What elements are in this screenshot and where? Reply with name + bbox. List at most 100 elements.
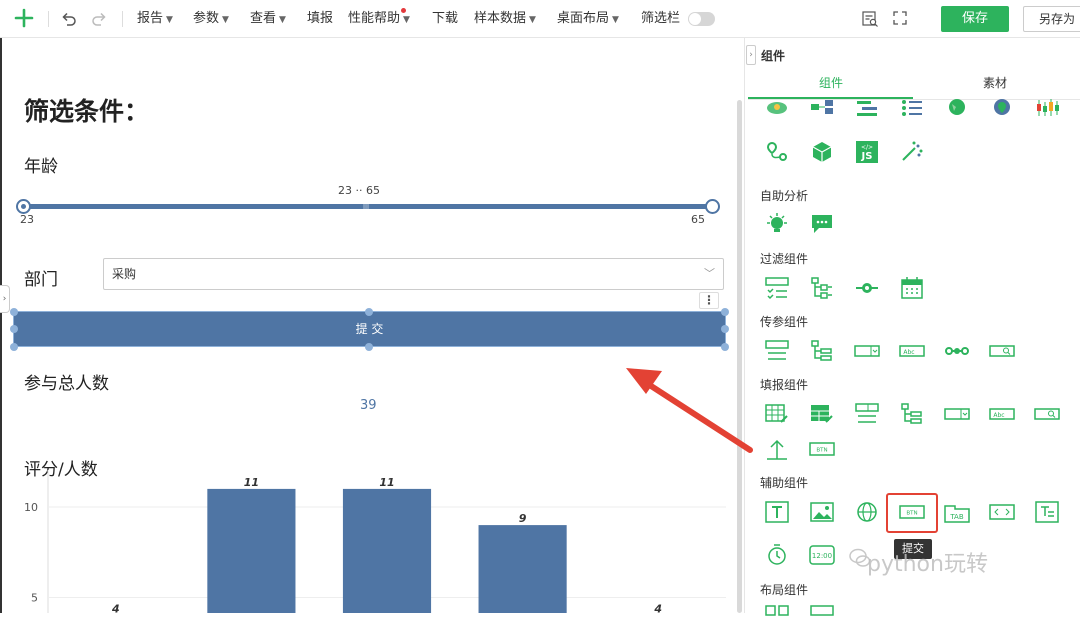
checklist-filter-icon[interactable]: [764, 276, 790, 300]
tab-assets[interactable]: 素材: [983, 74, 1007, 91]
view-menu[interactable]: 查看 ▼: [250, 0, 286, 38]
svg-text:</>: </>: [861, 144, 873, 151]
layout-tab-icon[interactable]: [809, 604, 835, 628]
resize-handle[interactable]: [365, 343, 373, 351]
fill-table-icon[interactable]: [764, 402, 790, 426]
collapse-panel-icon[interactable]: ›: [746, 45, 756, 65]
resize-handle[interactable]: [10, 343, 18, 351]
param-tree-icon[interactable]: [809, 339, 835, 363]
chat-icon[interactable]: [809, 212, 835, 236]
javascript-icon[interactable]: JS </>: [854, 140, 880, 164]
svg-text:12:00: 12:00: [812, 552, 832, 560]
svg-text:Abc: Abc: [903, 349, 914, 356]
route-map-icon[interactable]: [764, 140, 790, 164]
geo-chart-icon[interactable]: [989, 98, 1015, 122]
search-param-icon[interactable]: [989, 339, 1015, 363]
dropdown-param-icon[interactable]: [854, 339, 880, 363]
gantt-chart-icon[interactable]: [854, 98, 880, 122]
magic-wand-icon[interactable]: [899, 140, 925, 164]
range-param-icon[interactable]: [944, 339, 970, 363]
timer-icon[interactable]: [764, 543, 790, 567]
svg-text:JS: JS: [861, 151, 873, 162]
fill-search-icon[interactable]: [1034, 402, 1060, 426]
layout-grid-icon[interactable]: [764, 604, 790, 628]
sample-data-menu[interactable]: 样本数据 ▼: [474, 0, 536, 38]
insight-bulb-icon[interactable]: [764, 212, 790, 236]
slider-min-handle[interactable]: [16, 199, 31, 214]
perf-help-menu[interactable]: 性能帮助 ▼: [348, 0, 410, 38]
save-as-button[interactable]: 另存为: [1023, 6, 1080, 32]
count-value: 39: [360, 398, 377, 413]
report-menu[interactable]: 报告 ▼: [137, 0, 173, 38]
globe-chart-icon[interactable]: [944, 98, 970, 122]
section-self-analysis: 自助分析: [760, 189, 809, 203]
tree-chart-icon[interactable]: [809, 98, 835, 122]
redo-icon[interactable]: [90, 10, 108, 28]
chevron-down-icon: ▼: [529, 15, 536, 25]
fill-text-icon[interactable]: Abc: [989, 402, 1015, 426]
fill-menu[interactable]: 填报: [307, 0, 333, 38]
dept-select[interactable]: 采购 ﹀: [103, 258, 724, 290]
candlestick-chart-icon[interactable]: [1034, 98, 1060, 122]
filter-heading: 筛选条件：: [24, 97, 150, 126]
fill-list-icon[interactable]: [854, 402, 880, 426]
divider: [48, 11, 49, 27]
section-layout: 布局组件: [760, 583, 809, 597]
section-aux: 辅助组件: [760, 476, 809, 490]
range-slider-icon[interactable]: [854, 276, 880, 300]
fill-form-icon[interactable]: [809, 402, 835, 426]
resize-handle[interactable]: [10, 325, 18, 333]
list-chart-icon[interactable]: [899, 98, 925, 122]
tab-components[interactable]: 组件: [819, 74, 843, 91]
age-range-readout: 23 ·· 65: [338, 184, 380, 197]
slider-grip-icon[interactable]: |||: [363, 204, 369, 210]
add-icon[interactable]: [12, 6, 36, 30]
download-menu[interactable]: 下载: [432, 0, 458, 38]
panel-title: 组件: [761, 49, 786, 63]
section-param: 传参组件: [760, 315, 809, 329]
calendar-icon[interactable]: [899, 276, 925, 300]
save-button[interactable]: 保存: [941, 6, 1009, 32]
section-fill: 填报组件: [760, 378, 809, 392]
map-chart-icon[interactable]: [764, 98, 790, 122]
filter-bar-toggle[interactable]: [688, 12, 715, 26]
bar-data-label: 9: [519, 512, 527, 525]
embed-code-icon[interactable]: [989, 500, 1015, 524]
resize-handle[interactable]: [365, 308, 373, 316]
resize-handle[interactable]: [721, 325, 729, 333]
image-icon[interactable]: [809, 500, 835, 524]
chevron-down-icon: ▼: [279, 15, 286, 25]
more-options-icon[interactable]: ⋮: [699, 292, 719, 309]
section-filter: 过滤组件: [760, 252, 809, 266]
desktop-layout-menu[interactable]: 桌面布局 ▼: [557, 0, 619, 38]
tab-component-icon[interactable]: TAB: [944, 500, 970, 524]
text-box-icon[interactable]: [764, 500, 790, 524]
fullscreen-icon[interactable]: [892, 10, 908, 26]
clock-icon[interactable]: 12:00: [809, 543, 835, 567]
upload-icon[interactable]: [764, 437, 790, 461]
expand-left-icon[interactable]: ›: [0, 285, 10, 313]
tree-filter-icon[interactable]: [809, 276, 835, 300]
resize-handle[interactable]: [721, 308, 729, 316]
resize-handle[interactable]: [10, 308, 18, 316]
chart-bar: [478, 525, 567, 613]
y-tick-label: 10: [24, 501, 38, 514]
web-icon[interactable]: [854, 500, 880, 524]
rich-text-icon[interactable]: [1034, 500, 1060, 524]
undo-icon[interactable]: [60, 10, 78, 28]
bar-data-label: 11: [379, 476, 394, 489]
slider-max-handle[interactable]: [705, 199, 720, 214]
chart-bar: [207, 488, 296, 613]
3d-box-icon[interactable]: [809, 140, 835, 164]
y-tick-label: 5: [31, 592, 38, 605]
param-menu[interactable]: 参数 ▼: [193, 0, 229, 38]
chart-bar: [342, 488, 432, 613]
param-list-icon[interactable]: [764, 339, 790, 363]
highlight-box: [886, 493, 938, 533]
slider-max-label: 65: [691, 213, 705, 226]
preview-icon[interactable]: [861, 10, 879, 28]
fill-tree-icon[interactable]: [899, 402, 925, 426]
fill-dropdown-icon[interactable]: [944, 402, 970, 426]
text-input-param-icon[interactable]: Abc: [899, 339, 925, 363]
fill-button-icon[interactable]: BTN: [809, 437, 835, 461]
